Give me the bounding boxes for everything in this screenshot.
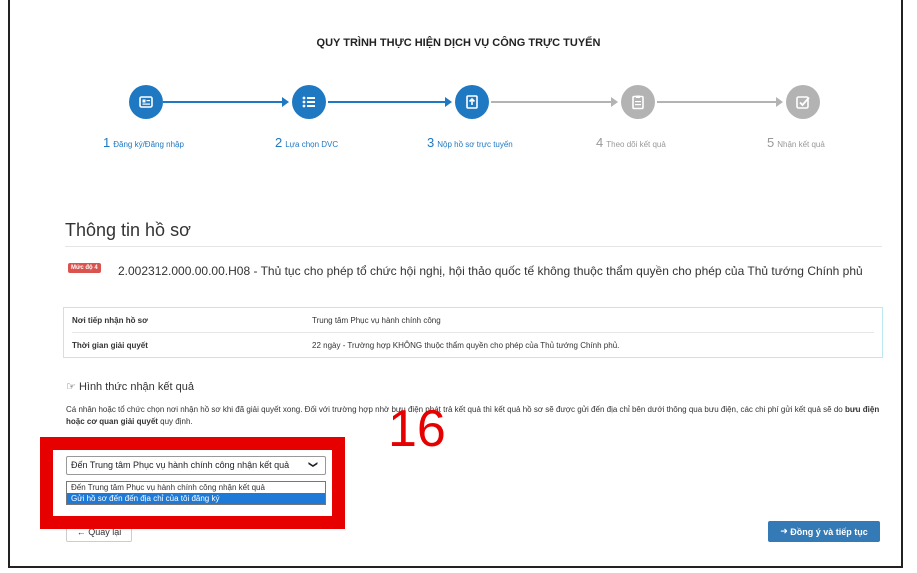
section-title: Thông tin hồ sơ	[65, 220, 191, 240]
next-button[interactable]: ➜ Đồng ý và tiếp tục	[768, 521, 880, 542]
step-1-label[interactable]: 1 Đăng ký/Đăng nhập	[103, 135, 184, 150]
procedure-name: 2.002312.000.00.00.H08 - Thủ tục cho phé…	[118, 264, 863, 278]
arrow-right-icon: ➜	[780, 526, 791, 536]
step-5-label[interactable]: 5 Nhận kết quả	[767, 135, 825, 150]
check-square-icon	[796, 96, 810, 109]
step-connector	[657, 101, 779, 103]
hand-pointer-icon: ☞	[66, 381, 76, 393]
step-4-label[interactable]: 4 Theo dõi kết quả	[596, 135, 666, 150]
arrow-icon	[611, 97, 618, 107]
annotation-number: 16	[388, 400, 446, 458]
level-badge: Mức độ 4	[68, 263, 101, 273]
info-table: Nơi tiếp nhận hồ sơ Trung tâm Phục vụ hà…	[63, 307, 883, 358]
arrow-icon	[776, 97, 783, 107]
clipboard-icon	[632, 95, 644, 110]
table-row: Nơi tiếp nhận hồ sơ Trung tâm Phục vụ hà…	[72, 308, 874, 333]
step-3-circle[interactable]	[455, 85, 489, 119]
arrow-icon	[282, 97, 289, 107]
process-title: QUY TRÌNH THỰC HIỆN DỊCH VỤ CÔNG TRỰC TU…	[316, 37, 601, 49]
arrow-icon	[445, 97, 452, 107]
step-connector	[163, 101, 285, 103]
step-connector	[491, 101, 614, 103]
info-key: Nơi tiếp nhận hồ sơ	[72, 315, 148, 325]
list-icon	[302, 96, 315, 108]
info-value: Trung tâm Phục vụ hành chính công	[312, 315, 441, 325]
step-2-circle[interactable]	[292, 85, 326, 119]
highlight-box	[40, 437, 345, 529]
upload-document-icon	[466, 95, 478, 109]
id-card-icon	[139, 96, 153, 108]
step-connector	[328, 101, 448, 103]
info-value: 22 ngày - Trường hợp KHÔNG thuộc thẩm qu…	[312, 340, 620, 350]
table-row: Thời gian giải quyết 22 ngày - Trường hợ…	[72, 333, 874, 357]
receive-method-title: ☞ Hình thức nhận kết quả	[66, 381, 194, 393]
divider	[65, 246, 882, 247]
step-1-circle[interactable]	[129, 85, 163, 119]
receive-description: Cá nhân hoặc tổ chức chọn nơi nhận hồ sơ…	[66, 405, 880, 426]
step-4-circle[interactable]	[621, 85, 655, 119]
step-5-circle[interactable]	[786, 85, 820, 119]
step-3-label[interactable]: 3 Nộp hồ sơ trực tuyến	[427, 135, 513, 150]
info-key: Thời gian giải quyết	[72, 340, 148, 350]
step-2-label[interactable]: 2 Lựa chọn DVC	[275, 135, 338, 150]
